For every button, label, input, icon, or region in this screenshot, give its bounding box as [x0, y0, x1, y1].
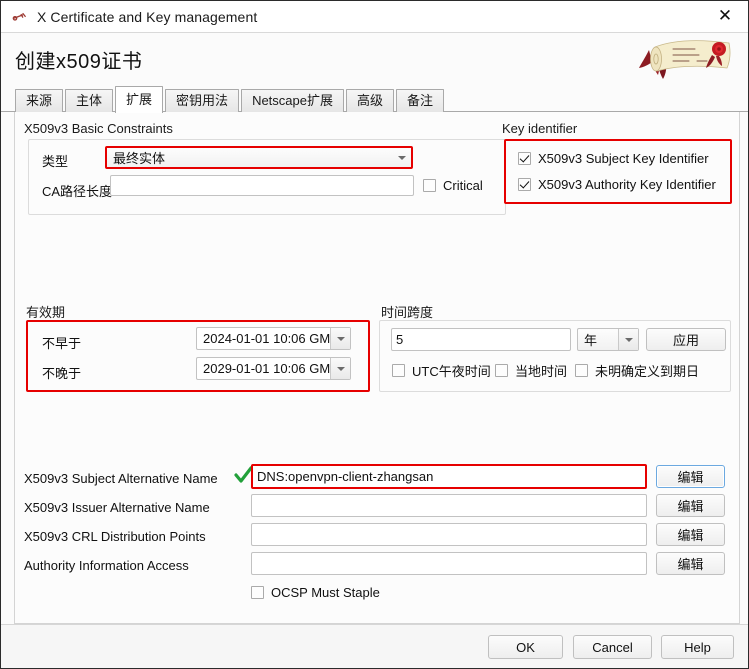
window-title: X Certificate and Key management: [37, 8, 258, 25]
authority-key-identifier-label: X509v3 Authority Key Identifier: [538, 177, 716, 192]
tab-extensions[interactable]: 扩展: [115, 86, 164, 113]
chevron-down-icon: [392, 148, 411, 167]
subject-key-identifier-label: X509v3 Subject Key Identifier: [538, 151, 709, 166]
cancel-button[interactable]: Cancel: [573, 635, 652, 659]
local-time-checkbox[interactable]: 当地时间: [495, 361, 567, 380]
valid-check-icon: [233, 465, 253, 485]
ca-path-length-input[interactable]: [110, 175, 414, 196]
key-icon: [12, 9, 28, 25]
ocsp-must-staple-checkbox[interactable]: OCSP Must Staple: [251, 585, 380, 600]
chevron-down-icon: [618, 329, 638, 350]
dialog-header: 创建x509证书: [1, 33, 748, 85]
extensions-pane: X509v3 Basic Constraints 类型 最终实体 CA路径长度 …: [14, 112, 740, 624]
crl-distribution-points-label: X509v3 CRL Distribution Points: [24, 529, 206, 544]
ocsp-must-staple-checkbox-box: [251, 586, 264, 599]
not-before-value: 2024-01-01 10:06 GMT: [197, 331, 330, 346]
no-wellDefined-expiry-label: 未明确定义到期日: [595, 364, 700, 379]
tab-advanced[interactable]: 高级: [345, 89, 394, 112]
authority-information-access-input[interactable]: [251, 552, 647, 575]
dialog-window: X Certificate and Key management ✕ 创建x50…: [0, 0, 749, 669]
subject-alt-name-input[interactable]: [251, 464, 647, 489]
local-time-checkbox-box: [495, 364, 508, 377]
authority-key-identifier-checkbox[interactable]: X509v3 Authority Key Identifier: [518, 177, 716, 192]
tab-source[interactable]: 来源: [15, 89, 64, 112]
not-after-label: 不晚于: [42, 366, 82, 381]
subject-key-identifier-checkbox[interactable]: X509v3 Subject Key Identifier: [518, 151, 709, 166]
utc-midnight-label: UTC午夜时间: [412, 364, 491, 379]
basic-constraints-group-title: X509v3 Basic Constraints: [24, 121, 173, 136]
subject-alt-name-edit-button[interactable]: 编辑: [656, 465, 725, 488]
no-wellDefined-expiry-checkbox[interactable]: 未明确定义到期日: [575, 361, 699, 380]
tab-content: X509v3 Basic Constraints 类型 最终实体 CA路径长度 …: [1, 112, 748, 624]
tab-comment[interactable]: 备注: [396, 89, 445, 112]
validity-group-title: 有效期: [26, 305, 66, 320]
ok-button[interactable]: OK: [488, 635, 563, 659]
chevron-down-icon[interactable]: [330, 328, 350, 349]
basic-constraints-type-value: 最终实体: [113, 151, 166, 166]
critical-checkbox-box: [423, 179, 436, 192]
tab-netscape[interactable]: Netscape扩展: [241, 89, 344, 112]
authority-key-identifier-checkbox-box: [518, 178, 531, 191]
issuer-alt-name-input[interactable]: [251, 494, 647, 517]
close-icon[interactable]: ✕: [702, 1, 748, 31]
issuer-alt-name-label: X509v3 Issuer Alternative Name: [24, 500, 210, 515]
utc-midnight-checkbox-box: [392, 364, 405, 377]
timespan-unit-combo[interactable]: 年: [577, 328, 639, 351]
basic-constraints-type-combo[interactable]: 最终实体: [105, 146, 413, 169]
timespan-amount-input[interactable]: [391, 328, 571, 351]
issuer-alt-name-edit-button[interactable]: 编辑: [656, 494, 725, 517]
subject-alt-name-label: X509v3 Subject Alternative Name: [24, 471, 218, 486]
authority-information-access-label: Authority Information Access: [24, 558, 189, 573]
authority-information-access-edit-button[interactable]: 编辑: [656, 552, 725, 575]
crl-distribution-points-edit-button[interactable]: 编辑: [656, 523, 725, 546]
key-identifier-group: [504, 139, 732, 204]
no-wellDefined-expiry-checkbox-box: [575, 364, 588, 377]
tab-bar: 来源 主体 扩展 密钥用法 Netscape扩展 高级 备注: [1, 85, 748, 113]
key-identifier-group-title: Key identifier: [502, 121, 578, 136]
not-before-datetime[interactable]: 2024-01-01 10:06 GMT: [196, 327, 351, 350]
timespan-unit-value: 年: [584, 333, 598, 348]
subject-key-identifier-checkbox-box: [518, 152, 531, 165]
critical-checkbox-label: Critical: [443, 178, 483, 193]
ocsp-must-staple-label: OCSP Must Staple: [271, 585, 380, 600]
apply-timespan-button[interactable]: 应用: [646, 328, 726, 351]
crl-distribution-points-input[interactable]: [251, 523, 647, 546]
not-before-label: 不早于: [42, 336, 82, 351]
critical-checkbox[interactable]: Critical: [423, 178, 483, 193]
timespan-group-title: 时间跨度: [381, 305, 434, 320]
page-title: 创建x509证书: [15, 50, 143, 73]
title-bar: X Certificate and Key management ✕: [1, 1, 748, 33]
help-button[interactable]: Help: [661, 635, 734, 659]
ca-path-length-label: CA路径长度: [42, 184, 113, 199]
dialog-button-bar: OK Cancel Help: [1, 624, 748, 668]
tab-key-usage[interactable]: 密钥用法: [165, 89, 240, 112]
chevron-down-icon[interactable]: [330, 358, 350, 379]
local-time-label: 当地时间: [515, 364, 568, 379]
type-label: 类型: [42, 154, 69, 169]
not-after-datetime[interactable]: 2029-01-01 10:06 GMT: [196, 357, 351, 380]
utc-midnight-checkbox[interactable]: UTC午夜时间: [392, 361, 491, 380]
certificate-scroll-icon: [633, 34, 739, 86]
tab-subject[interactable]: 主体: [65, 89, 114, 112]
not-after-value: 2029-01-01 10:06 GMT: [197, 361, 330, 376]
